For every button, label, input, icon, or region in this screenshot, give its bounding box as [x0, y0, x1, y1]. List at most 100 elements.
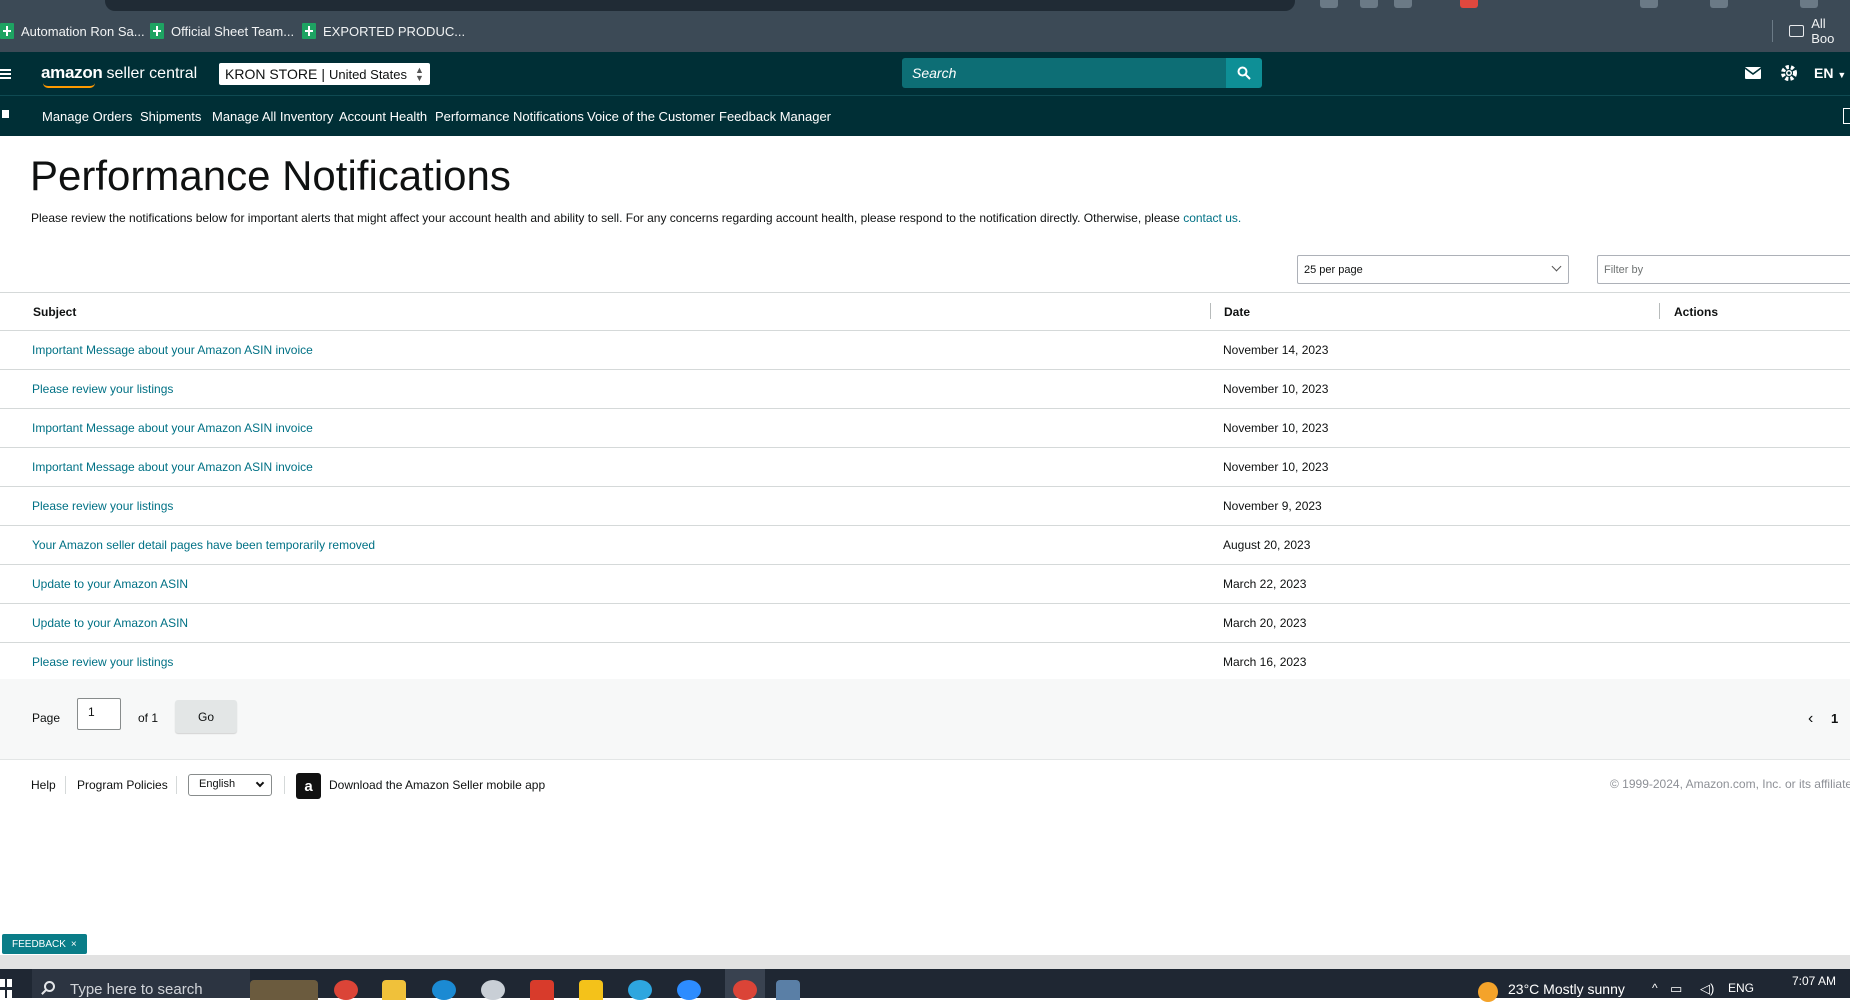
page-count-label: of 1: [138, 711, 159, 725]
column-header-subject[interactable]: Subject: [33, 305, 76, 319]
extension-icon[interactable]: [1360, 0, 1378, 8]
language-selector[interactable]: EN ▼: [1814, 65, 1846, 81]
extension-icon[interactable]: [1640, 0, 1658, 8]
chrome-icon[interactable]: [733, 980, 757, 1000]
go-button[interactable]: Go: [175, 700, 237, 733]
store-switcher[interactable]: KRON STORE | United States ▲ ▼: [219, 63, 430, 85]
notification-subject-link[interactable]: Please review your listings: [32, 499, 173, 513]
footer-divider: [65, 776, 66, 794]
tray-network-icon[interactable]: ▭: [1670, 981, 1682, 997]
calculator-icon[interactable]: [776, 980, 800, 1000]
notification-subject-link[interactable]: Important Message about your Amazon ASIN…: [32, 460, 313, 474]
bookmark-item[interactable]: Automation Ron Sa...: [0, 20, 145, 42]
table-row: Update to your Amazon ASIN March 20, 2023: [0, 604, 1850, 643]
download-app-link[interactable]: Download the Amazon Seller mobile app: [329, 778, 545, 792]
amazon-app-icon[interactable]: a: [296, 773, 321, 799]
column-divider: [1659, 303, 1660, 319]
table-row: Important Message about your Amazon ASIN…: [0, 448, 1850, 487]
footer-divider: [284, 776, 285, 794]
page-number-input[interactable]: 1: [77, 698, 121, 730]
extension-icon[interactable]: [1320, 0, 1338, 8]
wps-icon[interactable]: [530, 980, 554, 1000]
extension-icon[interactable]: [1460, 0, 1478, 8]
hamburger-menu-icon[interactable]: [0, 69, 11, 71]
clock-time[interactable]: 7:07 AM: [1792, 974, 1836, 988]
nav-manage-orders[interactable]: Manage Orders: [42, 109, 132, 124]
feedback-button[interactable]: FEEDBACK ×: [2, 934, 87, 954]
address-bar[interactable]: [105, 0, 1295, 11]
copyright-text: © 1999-2024, Amazon.com, Inc. or its aff…: [1610, 777, 1850, 791]
nav-shipments[interactable]: Shipments: [140, 109, 201, 124]
notification-date: August 20, 2023: [1223, 538, 1311, 552]
table-header: Subject Date Actions: [0, 292, 1850, 331]
notification-date: March 16, 2023: [1223, 655, 1307, 669]
telegram-icon[interactable]: [628, 980, 652, 1000]
amazon-seller-central-logo[interactable]: amazon seller central: [41, 63, 197, 88]
notification-subject-link[interactable]: Important Message about your Amazon ASIN…: [32, 421, 313, 435]
table-body: Important Message about your Amazon ASIN…: [0, 331, 1850, 682]
notification-date: March 20, 2023: [1223, 616, 1307, 630]
tray-chevron-up-icon[interactable]: ^: [1652, 981, 1658, 995]
file-explorer-icon[interactable]: [382, 980, 406, 1000]
per-page-select[interactable]: 25 per page: [1297, 255, 1569, 284]
current-page-number[interactable]: 1: [1831, 711, 1838, 726]
horizontal-scrollbar[interactable]: [0, 955, 1850, 969]
notification-date: November 9, 2023: [1223, 499, 1322, 513]
app-icon[interactable]: [481, 980, 505, 1000]
main-navigation: Manage Orders Shipments Manage All Inven…: [0, 96, 1850, 136]
intro-text: Please review the notifications below fo…: [31, 211, 1242, 225]
extension-icon[interactable]: [1800, 0, 1818, 8]
notifications-table: Subject Date Actions Important Message a…: [0, 292, 1850, 682]
extension-icon[interactable]: [1394, 0, 1412, 8]
taskbar-search-input[interactable]: Type here to search: [32, 969, 250, 998]
edge-icon[interactable]: [432, 980, 456, 1000]
contact-us-link[interactable]: contact us.: [1183, 211, 1241, 225]
bookmark-item[interactable]: EXPORTED PRODUC...: [302, 20, 465, 42]
search-button[interactable]: [1226, 58, 1262, 88]
search-icon: [44, 981, 55, 992]
zoom-icon[interactable]: [677, 980, 701, 1000]
close-icon[interactable]: ×: [71, 939, 77, 950]
caret-down-icon: ▼: [1837, 70, 1847, 80]
bookmark-icon[interactable]: [2, 110, 9, 118]
weather-text[interactable]: 23°C Mostly sunny: [1508, 981, 1625, 997]
weather-sun-icon[interactable]: [1478, 982, 1498, 1002]
notification-subject-link[interactable]: Please review your listings: [32, 382, 173, 396]
taskbar-widget-icon[interactable]: [250, 980, 318, 1000]
notification-subject-link[interactable]: Update to your Amazon ASIN: [32, 577, 188, 591]
nav-voice-of-the-customer[interactable]: Voice of the Customer: [587, 109, 715, 124]
program-policies-link[interactable]: Program Policies: [77, 778, 168, 792]
filter-input[interactable]: Filter by: [1597, 255, 1850, 284]
tray-volume-icon[interactable]: ◁): [1700, 981, 1714, 997]
help-link[interactable]: Help: [31, 778, 56, 792]
sheets-icon: [302, 23, 316, 39]
extension-icon[interactable]: [1710, 0, 1728, 8]
page-label: Page: [32, 711, 61, 725]
tray-language-indicator[interactable]: ENG: [1728, 981, 1754, 995]
notification-subject-link[interactable]: Please review your listings: [32, 655, 173, 669]
nav-manage-all-inventory[interactable]: Manage All Inventory: [212, 109, 333, 124]
footer-language-select[interactable]: English: [188, 774, 272, 796]
seller-central-header: amazon seller central KRON STORE | Unite…: [0, 52, 1850, 96]
bookmark-item[interactable]: Official Sheet Team...: [150, 20, 294, 42]
mail-icon[interactable]: [1744, 66, 1762, 84]
windows-start-icon[interactable]: [0, 979, 12, 998]
notes-icon[interactable]: [579, 980, 603, 1000]
column-header-date[interactable]: Date: [1224, 305, 1250, 319]
nav-edit-icon[interactable]: [1843, 108, 1850, 124]
sheets-icon: [0, 23, 14, 39]
notification-subject-link[interactable]: Your Amazon seller detail pages have bee…: [32, 538, 375, 552]
table-row: Please review your listings November 10, …: [0, 370, 1850, 409]
previous-page-icon[interactable]: ‹: [1808, 710, 1813, 728]
gear-icon[interactable]: [1780, 64, 1798, 87]
all-bookmarks-button[interactable]: All Boo: [1772, 16, 1850, 46]
notification-subject-link[interactable]: Important Message about your Amazon ASIN…: [32, 343, 313, 357]
search-input[interactable]: Search: [902, 58, 1226, 88]
folder-icon: [1789, 25, 1805, 37]
notification-subject-link[interactable]: Update to your Amazon ASIN: [32, 616, 188, 630]
nav-feedback-manager[interactable]: Feedback Manager: [719, 109, 831, 124]
chevron-down-icon: [255, 778, 265, 788]
nav-performance-notifications[interactable]: Performance Notifications: [435, 109, 584, 124]
chrome-icon[interactable]: [334, 980, 358, 1000]
nav-account-health[interactable]: Account Health: [339, 109, 427, 124]
